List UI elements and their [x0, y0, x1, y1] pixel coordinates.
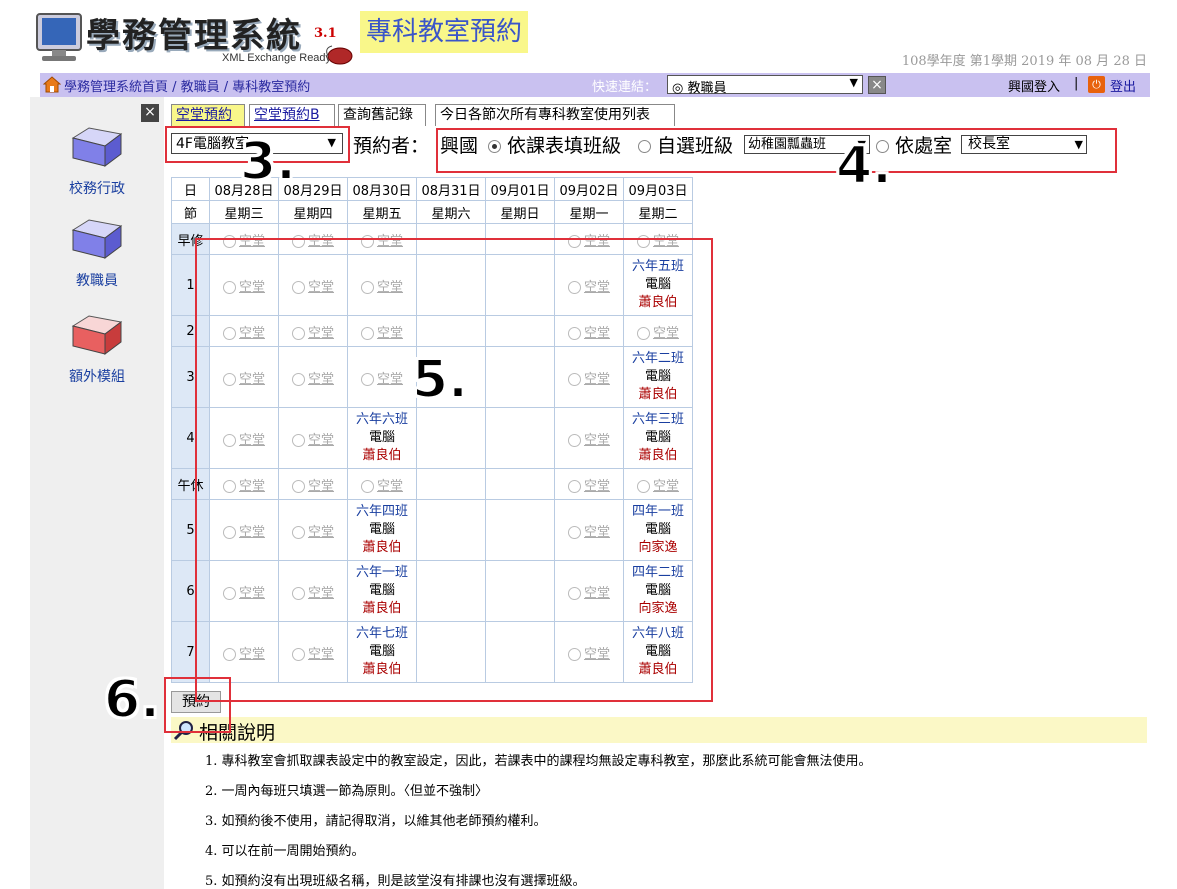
chevron-down-icon: ▼ [849, 76, 858, 89]
date-header: 09月02日 [554, 177, 624, 201]
sidebar-item-admin[interactable]: 校務行政 [30, 124, 164, 198]
folder-icon [71, 127, 123, 167]
nav-separator: | [1074, 76, 1079, 91]
weekday-header: 星期日 [485, 200, 555, 224]
page-title: 專科教室預約 [360, 11, 529, 53]
user-name: 興國登入 [1008, 80, 1061, 95]
logo-subtitle: XML Exchange Ready [222, 52, 332, 64]
tab-free-period-booking[interactable]: 空堂預約 [171, 104, 245, 126]
term-date: 108學年度 第1學期 2019 年 08 月 28 日 [901, 54, 1147, 69]
date-header: 09月03日 [623, 177, 693, 201]
annotation-number: 4. [835, 135, 893, 197]
home-icon[interactable] [43, 76, 61, 93]
close-icon[interactable]: × [868, 76, 886, 94]
weekday-header: 星期四 [278, 200, 348, 224]
quick-link-value: ◎ 教職員 [672, 81, 727, 96]
weekday-header: 星期一 [554, 200, 624, 224]
nav-bar: 學務管理系統首頁 / 教職員 / 專科教室預約 快速連結： ◎ 教職員 ▼ × … [40, 73, 1150, 97]
folder-icon [71, 219, 123, 259]
date-header: 09月01日 [485, 177, 555, 201]
sidebar-item-label: 校務行政 [69, 181, 125, 197]
sidebar-item-extra-modules[interactable]: 額外模組 [30, 312, 164, 386]
tab-history[interactable]: 查詢舊記錄 [338, 104, 426, 126]
logo-version: 3.1 [314, 26, 337, 41]
help-item: 3. 如預約後不使用，請記得取消，以維其他老師預約權利。 [205, 814, 547, 829]
mouse-icon [326, 45, 353, 65]
breadcrumb[interactable]: 學務管理系統首頁 / 教職員 / 專科教室預約 [64, 76, 310, 95]
logo: 學務管理系統 3.1 XML Exchange Ready [34, 6, 354, 70]
monitor-icon [36, 13, 82, 61]
logo-title: 學務管理系統 [86, 16, 302, 56]
annotation-box-booker [436, 128, 1117, 173]
help-header: 相關說明 [171, 717, 1147, 744]
help-item: 5. 如預約沒有出現班級名稱，則是該堂沒有排課也沒有選擇班級。 [205, 874, 586, 889]
annotation-number: 3. [239, 131, 297, 193]
sidebar-item-staff[interactable]: 教職員 [30, 216, 164, 290]
power-icon[interactable]: ⏻ [1088, 76, 1105, 93]
sidebar-item-label: 教職員 [76, 273, 118, 289]
help-item: 2. 一周內每班只填選一節為原則。〈但並不強制〉 [205, 784, 489, 799]
close-icon[interactable]: × [141, 104, 159, 122]
tab-today-usage-list[interactable]: 今日各節次所有專科教室使用列表 [435, 104, 675, 126]
sidebar-item-label: 額外模組 [69, 369, 125, 385]
weekday-header-row: 節星期三 星期四 星期五 星期六 星期日 星期一 星期二 [171, 200, 693, 224]
quick-link-select[interactable]: ◎ 教職員 ▼ [667, 75, 863, 96]
annotation-box-reserve [164, 677, 231, 733]
tab-free-period-booking-b[interactable]: 空堂預約B [249, 104, 335, 126]
annotation-number: 5. [411, 349, 469, 411]
weekday-header: 星期二 [623, 200, 693, 224]
annotation-number: 6. [103, 669, 161, 731]
corner-day: 日 [171, 177, 210, 201]
folder-icon [71, 315, 123, 355]
logout-link[interactable]: 登出 [1110, 76, 1136, 95]
help-item: 4. 可以在前一周開始預約。 [205, 844, 365, 859]
booker-label: 預約者： [353, 135, 430, 157]
date-header: 08月30日 [347, 177, 417, 201]
annotation-box-grid [195, 238, 713, 702]
corner-period: 節 [171, 200, 210, 224]
help-item: 1. 專科教室會抓取課表設定中的教室設定，因此，若課表中的課程均無設定專科教室，… [205, 754, 872, 769]
weekday-header: 星期五 [347, 200, 417, 224]
quick-link-label: 快速連結： [592, 80, 658, 95]
date-header: 08月31日 [416, 177, 486, 201]
weekday-header: 星期六 [416, 200, 486, 224]
weekday-header: 星期三 [209, 200, 279, 224]
